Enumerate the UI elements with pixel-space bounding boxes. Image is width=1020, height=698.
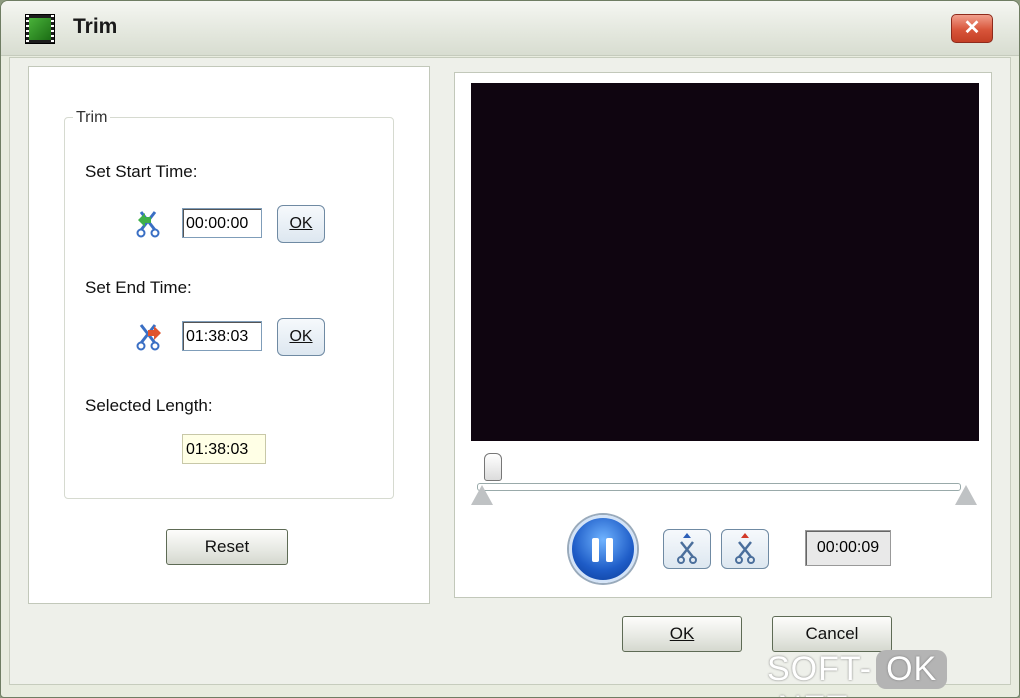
set-end-cut-button[interactable] bbox=[721, 529, 769, 569]
scissors-start-icon bbox=[677, 533, 697, 564]
trim-group-legend: Trim bbox=[73, 109, 111, 127]
end-time-input[interactable]: 01:38:03 bbox=[182, 321, 262, 351]
seek-thumb[interactable] bbox=[484, 453, 502, 481]
start-time-input[interactable]: 00:00:00 bbox=[182, 208, 262, 238]
cancel-button[interactable]: Cancel bbox=[772, 616, 892, 652]
window-title: Trim bbox=[73, 15, 118, 38]
trim-group-box: Trim Set Start Time: 00:00:00 OK Set End… bbox=[64, 109, 394, 499]
trim-settings-panel: Trim Set Start Time: 00:00:00 OK Set End… bbox=[28, 66, 430, 604]
start-ok-button[interactable]: OK bbox=[277, 205, 325, 243]
start-time-label: Set Start Time: bbox=[85, 162, 198, 181]
pause-button[interactable] bbox=[569, 515, 637, 583]
title-bar[interactable]: Trim ✕ bbox=[1, 1, 1019, 56]
reset-button[interactable]: Reset bbox=[166, 529, 288, 565]
preview-panel: 00:00:09 bbox=[454, 72, 992, 598]
start-scissors-icon bbox=[136, 211, 160, 238]
set-start-cut-button[interactable] bbox=[663, 529, 711, 569]
current-time-display: 00:00:09 bbox=[805, 530, 891, 566]
video-preview bbox=[471, 83, 979, 441]
end-ok-button[interactable]: OK bbox=[277, 318, 325, 356]
trim-window: Trim ✕ Trim Set Start Time: 00:00:00 OK … bbox=[0, 0, 1020, 698]
end-scissors-icon bbox=[136, 324, 161, 351]
watermark-part1: SOFT- bbox=[767, 650, 873, 688]
selected-length-label: Selected Length: bbox=[85, 396, 213, 415]
close-button[interactable]: ✕ bbox=[951, 14, 993, 43]
end-trim-marker[interactable] bbox=[955, 485, 977, 505]
start-trim-marker[interactable] bbox=[471, 485, 493, 505]
ok-button[interactable]: OK bbox=[622, 616, 742, 652]
watermark-part3: .NET bbox=[767, 689, 848, 697]
selected-length-value: 01:38:03 bbox=[182, 434, 266, 464]
watermark-part2: OK bbox=[876, 650, 948, 689]
scissors-end-icon bbox=[735, 533, 755, 564]
pause-icon bbox=[592, 538, 599, 562]
film-app-icon bbox=[25, 14, 55, 44]
dialog-body: Trim Set Start Time: 00:00:00 OK Set End… bbox=[9, 57, 1011, 685]
seek-track[interactable] bbox=[477, 483, 961, 491]
end-time-label: Set End Time: bbox=[85, 278, 192, 297]
site-watermark: SOFT-OK .NET bbox=[767, 650, 1019, 697]
